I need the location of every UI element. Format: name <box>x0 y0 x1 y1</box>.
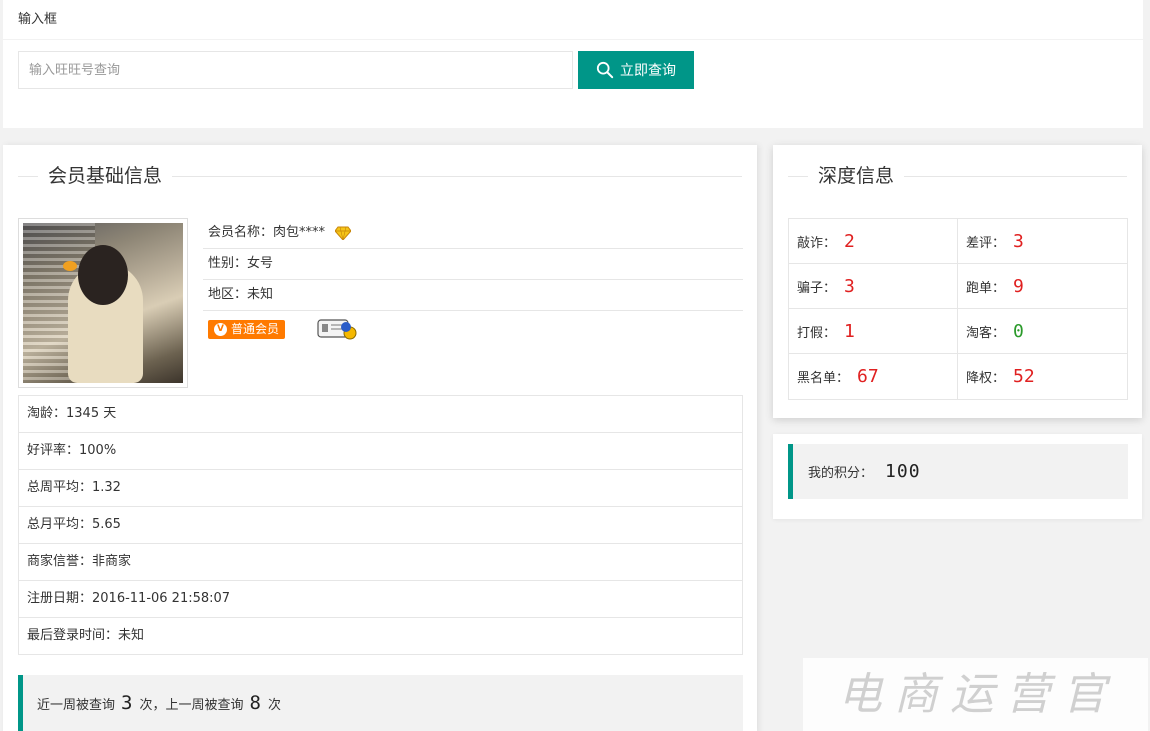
depth-info-title-bar: 深度信息 <box>788 163 1127 189</box>
depth-cell-blacklist: 黑名单： 67 <box>789 354 958 399</box>
watermark-text: 电商运营官 <box>838 669 1118 720</box>
depth-info-title: 深度信息 <box>808 163 905 189</box>
positive-rate-row: 好评率：100% <box>19 433 742 470</box>
member-info-rows: 会员名称：肉包**** 性别：女号 地区：未知 V 普通会员 <box>203 218 743 347</box>
depth-cell-demotion: 降权： 52 <box>958 354 1127 399</box>
member-name-row: 会员名称：肉包**** <box>203 218 743 249</box>
depth-label: 敲诈： <box>797 235 837 251</box>
query-suffix: 次 <box>267 697 281 713</box>
watermark-logo: 电商运营官 <box>803 658 1148 731</box>
merchant-credit-row: 商家信誉：非商家 <box>19 544 742 581</box>
id-verified-icon <box>317 319 357 340</box>
depth-value: 2 <box>844 230 855 252</box>
monthly-average-row: 总月平均：5.65 <box>19 507 742 544</box>
depth-label: 降权： <box>966 371 1006 386</box>
depth-value: 3 <box>1013 230 1024 252</box>
depth-cell-anti-fake: 打假： 1 <box>789 309 958 354</box>
member-level-label: 普通会员 <box>231 322 280 336</box>
avatar-photo <box>23 223 183 383</box>
gender-row: 性别：女号 <box>203 249 743 280</box>
depth-value: 3 <box>844 275 855 297</box>
depth-info-card: 深度信息 敲诈： 2 差评： 3 骗子： 3 跑单： 9 打假： 1 淘客： 0 黑名单： 6… <box>773 145 1142 418</box>
depth-label: 跑单： <box>966 280 1006 296</box>
last-login-row: 最后登录时间：未知 <box>19 618 742 655</box>
register-date-row: 注册日期：2016-11-06 21:58:07 <box>19 581 742 618</box>
score-label: 我的积分： <box>808 466 874 481</box>
query-prefix: 近一周被查询 <box>37 697 116 713</box>
depth-cell-extortion: 敲诈： 2 <box>789 219 958 264</box>
search-icon <box>596 61 614 79</box>
depth-cell-bad-review: 差评： 3 <box>958 219 1127 264</box>
query-count-summary: 近一周被查询 3 次，上一周被查询 8 次 <box>18 675 743 731</box>
taobao-age-row: 淘龄：1345 天 <box>19 396 742 433</box>
depth-cell-taoke: 淘客： 0 <box>958 309 1127 354</box>
member-basic-title: 会员基础信息 <box>38 163 173 189</box>
depth-info-grid: 敲诈： 2 差评： 3 骗子： 3 跑单： 9 打假： 1 淘客： 0 黑名单： 67 降权：… <box>788 218 1128 400</box>
member-basic-card: 会员基础信息 会员名称：肉包**** 性别：女号 地区：未知 V 普通会员 淘龄… <box>3 145 757 731</box>
depth-value: 9 <box>1013 275 1024 297</box>
region: 地区：未知 <box>208 287 274 302</box>
depth-label: 骗子： <box>797 280 837 296</box>
depth-label: 淘客： <box>966 325 1006 341</box>
weekly-average-row: 总周平均：1.32 <box>19 470 742 507</box>
search-card-header: 输入框 <box>3 0 1143 40</box>
query-now-button[interactable]: 立即查询 <box>578 51 694 89</box>
last-week-query-count: 8 <box>249 692 262 714</box>
member-name: 会员名称：肉包**** <box>208 225 326 240</box>
diamond-icon <box>335 226 352 240</box>
badge-row: V 普通会员 <box>203 311 743 347</box>
depth-label: 差评： <box>966 235 1006 251</box>
depth-value: 67 <box>857 366 879 387</box>
gender: 性别：女号 <box>208 256 274 271</box>
query-mid: 次，上一周被查询 <box>139 697 244 713</box>
vip-icon: V <box>214 322 227 336</box>
depth-label: 打假： <box>797 325 837 341</box>
member-stats-table: 淘龄：1345 天 好评率：100% 总周平均：1.32 总月平均：5.65 商… <box>18 395 743 655</box>
depth-cell-scammer: 骗子： 3 <box>789 264 958 309</box>
score-value: 100 <box>885 461 921 482</box>
depth-cell-run-order: 跑单： 9 <box>958 264 1127 309</box>
avatar <box>18 218 188 388</box>
score-bar: 我的积分： 100 <box>788 444 1128 499</box>
query-now-label: 立即查询 <box>620 63 676 79</box>
depth-value: 0 <box>1013 320 1024 342</box>
depth-value: 52 <box>1013 366 1035 387</box>
week-query-count: 3 <box>121 692 134 714</box>
depth-label: 黑名单： <box>797 371 850 386</box>
search-card: 输入框 立即查询 <box>3 0 1143 128</box>
region-row: 地区：未知 <box>203 280 743 311</box>
member-level-badge: V 普通会员 <box>208 319 286 339</box>
wangwang-search-input[interactable] <box>18 51 573 89</box>
member-basic-title-bar: 会员基础信息 <box>18 163 742 189</box>
depth-value: 1 <box>844 320 855 342</box>
score-card: 我的积分： 100 <box>773 434 1142 519</box>
